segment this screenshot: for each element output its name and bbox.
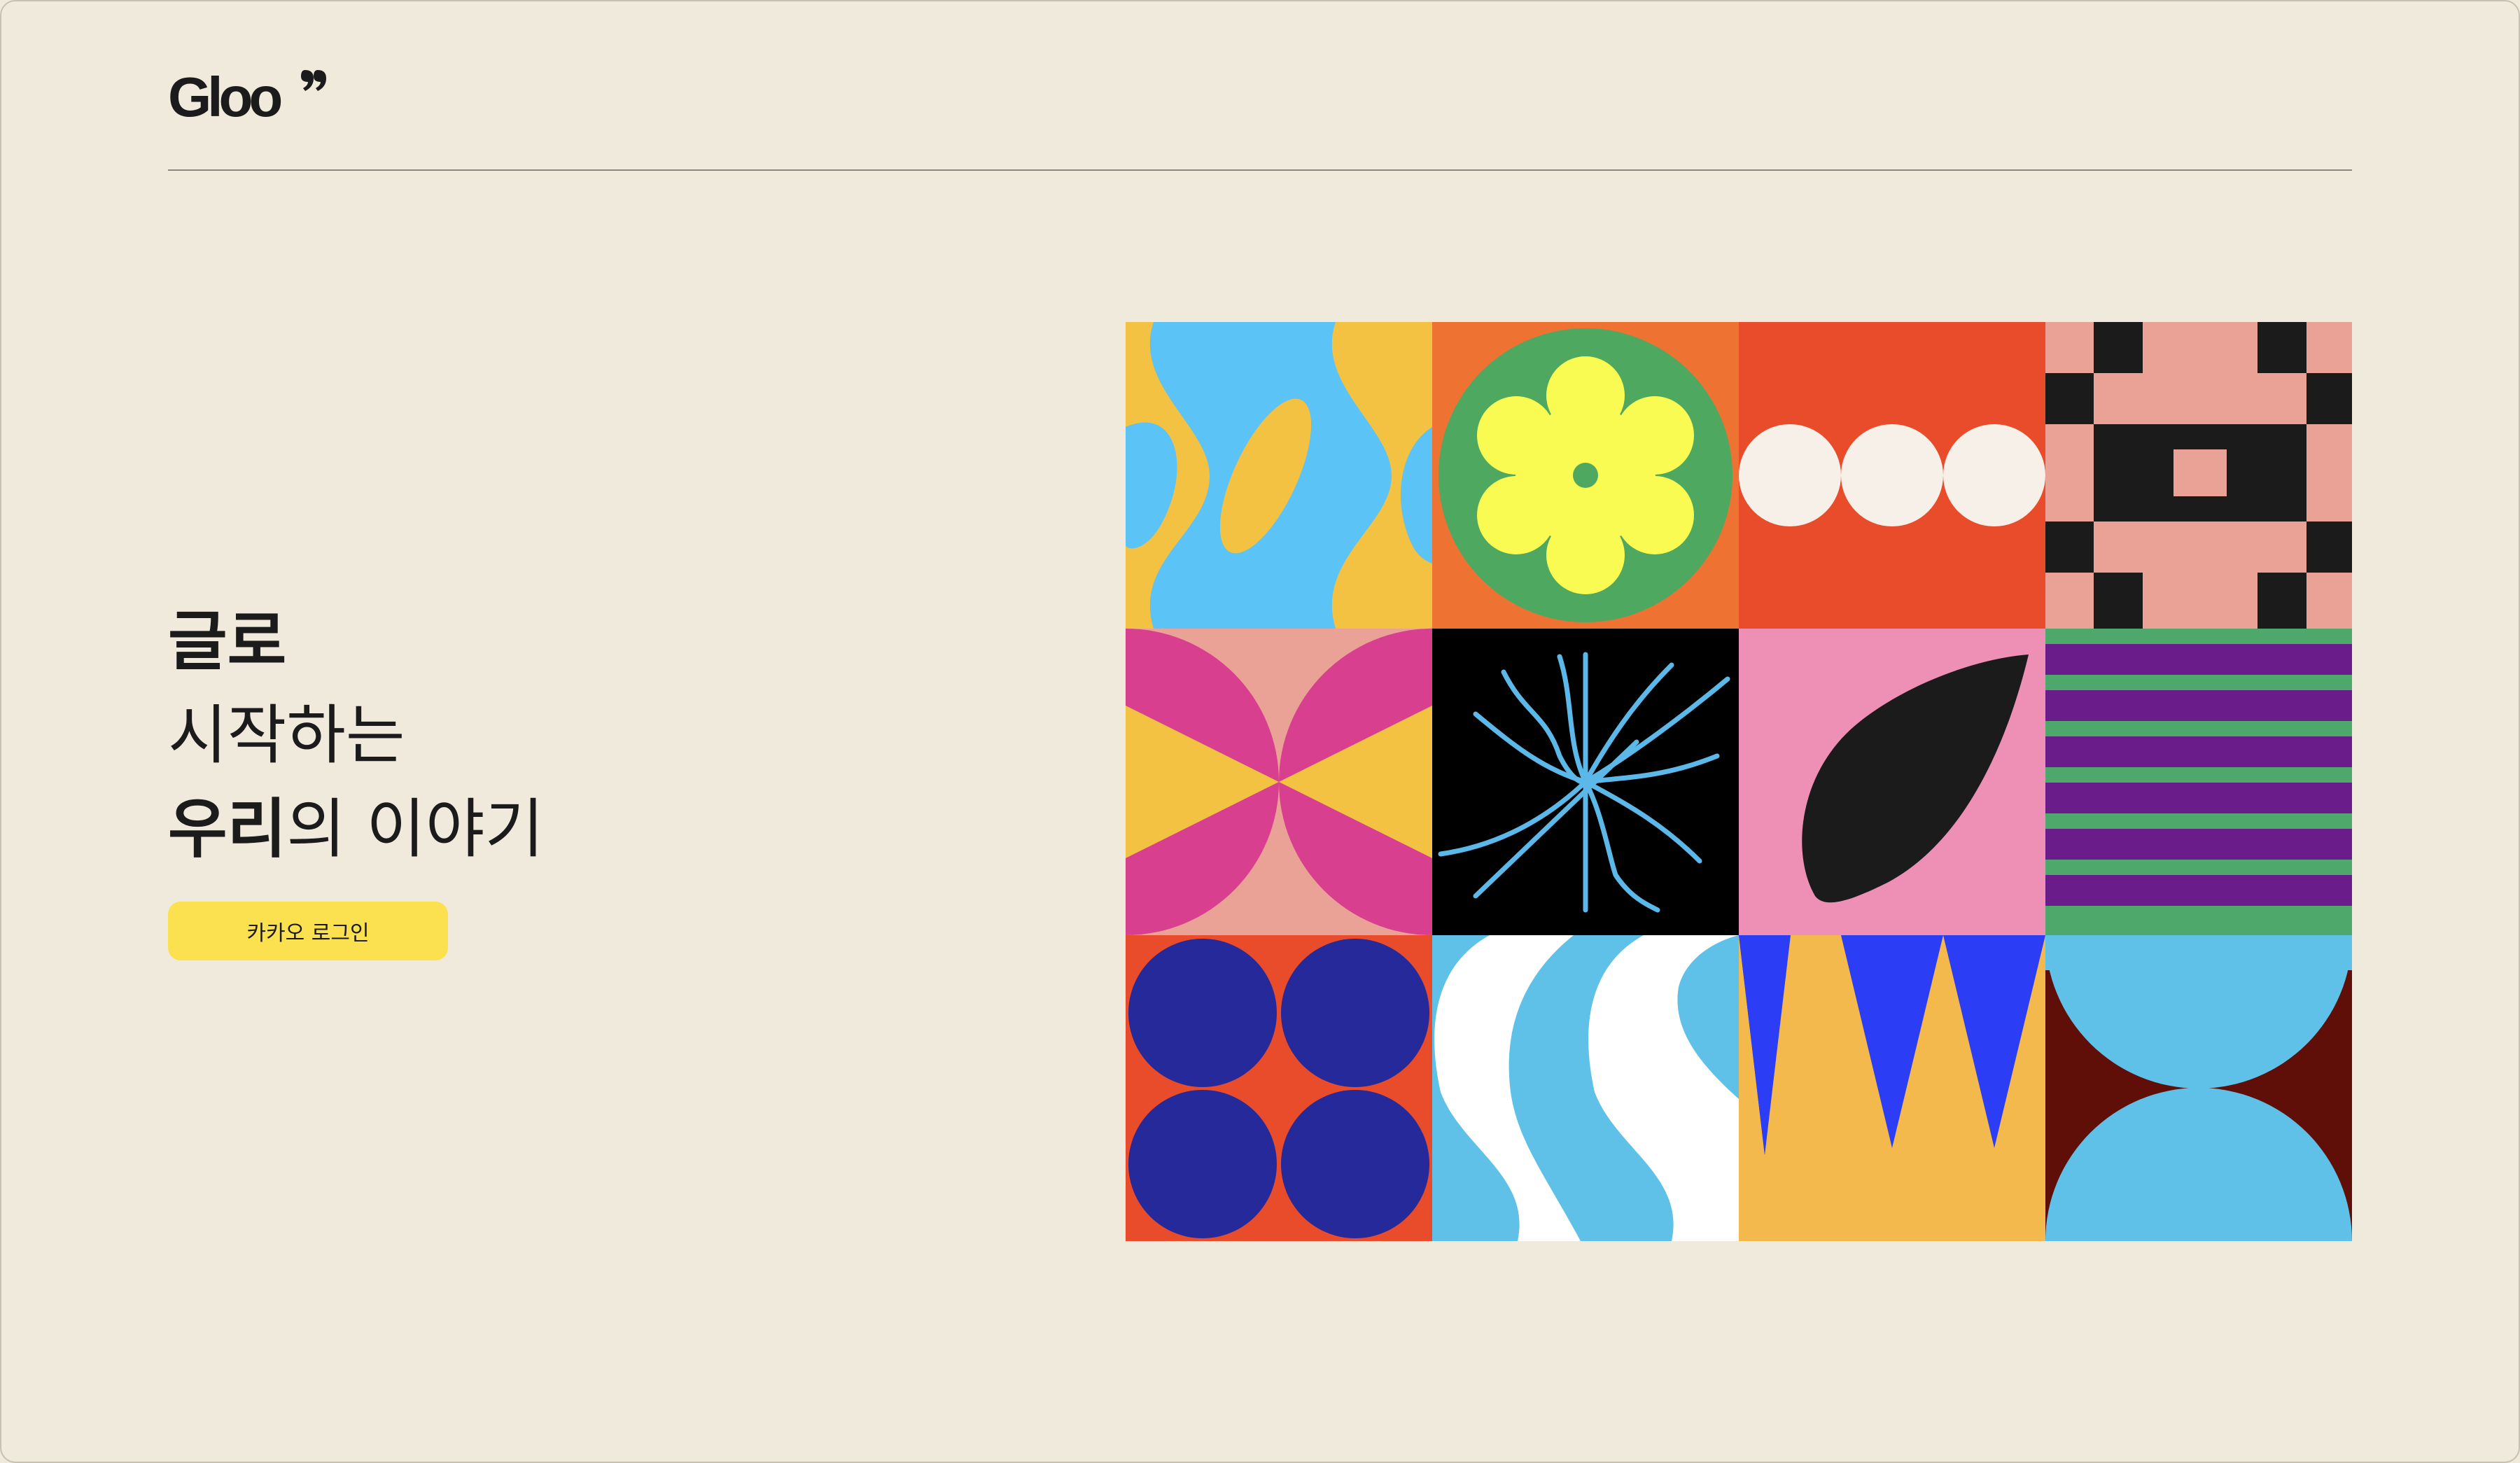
- three-circles-tile: [1739, 322, 2045, 629]
- logo-text: Gloo: [168, 66, 281, 126]
- starburst-tile: [1432, 629, 1739, 935]
- hero-line-3-regular: 의 이야기: [286, 792, 545, 867]
- header-divider: [168, 169, 2352, 171]
- waves-tile: [1432, 935, 1739, 1241]
- gloo-landing-page: Gloo 글로 시작하는 우리의 이야기 카카오 로그인: [0, 0, 2520, 1463]
- hero-line-2: 시작하는: [168, 698, 405, 773]
- wavy-blue-yellow-tile: [1126, 322, 1432, 629]
- gloo-logo[interactable]: Gloo: [168, 63, 329, 126]
- leaf-tile: [1739, 629, 2045, 935]
- stripes-tile: [2045, 629, 2352, 935]
- hero-line-3: 우리의 이야기: [168, 783, 938, 876]
- pattern-artwork: [1126, 322, 2352, 1241]
- zigzag-tile: [1739, 935, 2045, 1241]
- checker-tile: [2045, 322, 2352, 629]
- quote-mark-icon: [301, 70, 326, 91]
- hero-line-3-bold: 우리: [168, 792, 287, 867]
- hero-heading: 글로 시작하는 우리의 이야기: [168, 595, 938, 876]
- half-circles-tile: [2045, 935, 2352, 1241]
- hero-line-1: 글로: [168, 604, 287, 679]
- four-circles-tile: [1126, 935, 1432, 1241]
- kakao-login-button[interactable]: 카카오 로그인: [168, 902, 448, 960]
- flower-tile: [1432, 322, 1739, 629]
- header: Gloo: [168, 63, 2352, 171]
